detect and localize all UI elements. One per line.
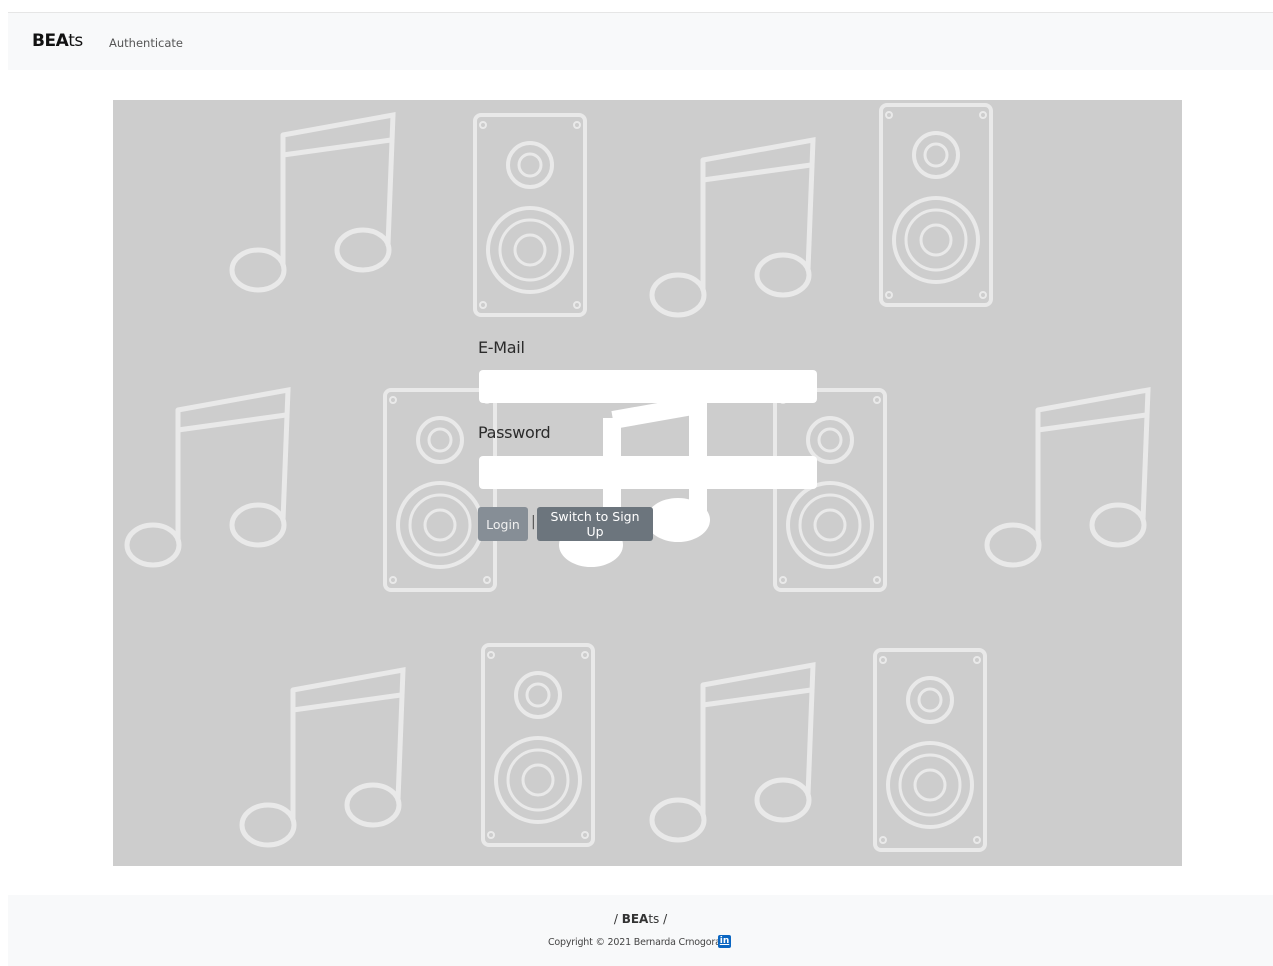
speaker-graphic xyxy=(473,113,587,317)
footer-slash-right: / xyxy=(659,912,668,926)
music-note-graphic xyxy=(127,390,288,565)
button-separator: | xyxy=(531,514,536,530)
switch-to-signup-button[interactable]: Switch to Sign Up xyxy=(537,507,653,541)
email-field[interactable] xyxy=(479,370,817,403)
password-label: Password xyxy=(478,423,551,442)
music-note-graphic xyxy=(232,115,393,290)
speaker-graphic xyxy=(481,643,595,847)
brand-rest: ts xyxy=(68,31,83,51)
footer-brand-rest: ts xyxy=(648,912,660,926)
brand-logo[interactable]: BEAts xyxy=(32,31,83,51)
speaker-graphic xyxy=(773,388,887,592)
music-note-graphic xyxy=(652,665,813,840)
hero-background: E-Mail Password Login | Switch to Sign U… xyxy=(113,100,1182,866)
music-note-graphic xyxy=(242,670,403,845)
navbar: BEAts Authenticate xyxy=(8,13,1273,70)
footer-brand-bold: BEA xyxy=(621,912,649,926)
speaker-graphic xyxy=(873,648,987,852)
speaker-graphic xyxy=(879,103,993,307)
footer-copyright: Copyright © 2021 Bernarda Crnogorac xyxy=(548,937,726,948)
speaker-graphic xyxy=(383,388,497,592)
music-note-graphic xyxy=(987,390,1148,565)
footer-brand: / BEAts / xyxy=(8,912,1273,926)
password-field[interactable] xyxy=(479,456,817,489)
login-button[interactable]: Login xyxy=(478,507,528,541)
email-label: E-Mail xyxy=(478,338,525,357)
footer-slash-left: / xyxy=(613,912,622,926)
footer: / BEAts / Copyright © 2021 Bernarda Crno… xyxy=(8,895,1273,966)
music-note-graphic xyxy=(652,140,813,315)
linkedin-icon[interactable]: in xyxy=(718,935,731,948)
brand-bold: BEA xyxy=(32,31,69,51)
nav-link-authenticate[interactable]: Authenticate xyxy=(109,36,183,50)
